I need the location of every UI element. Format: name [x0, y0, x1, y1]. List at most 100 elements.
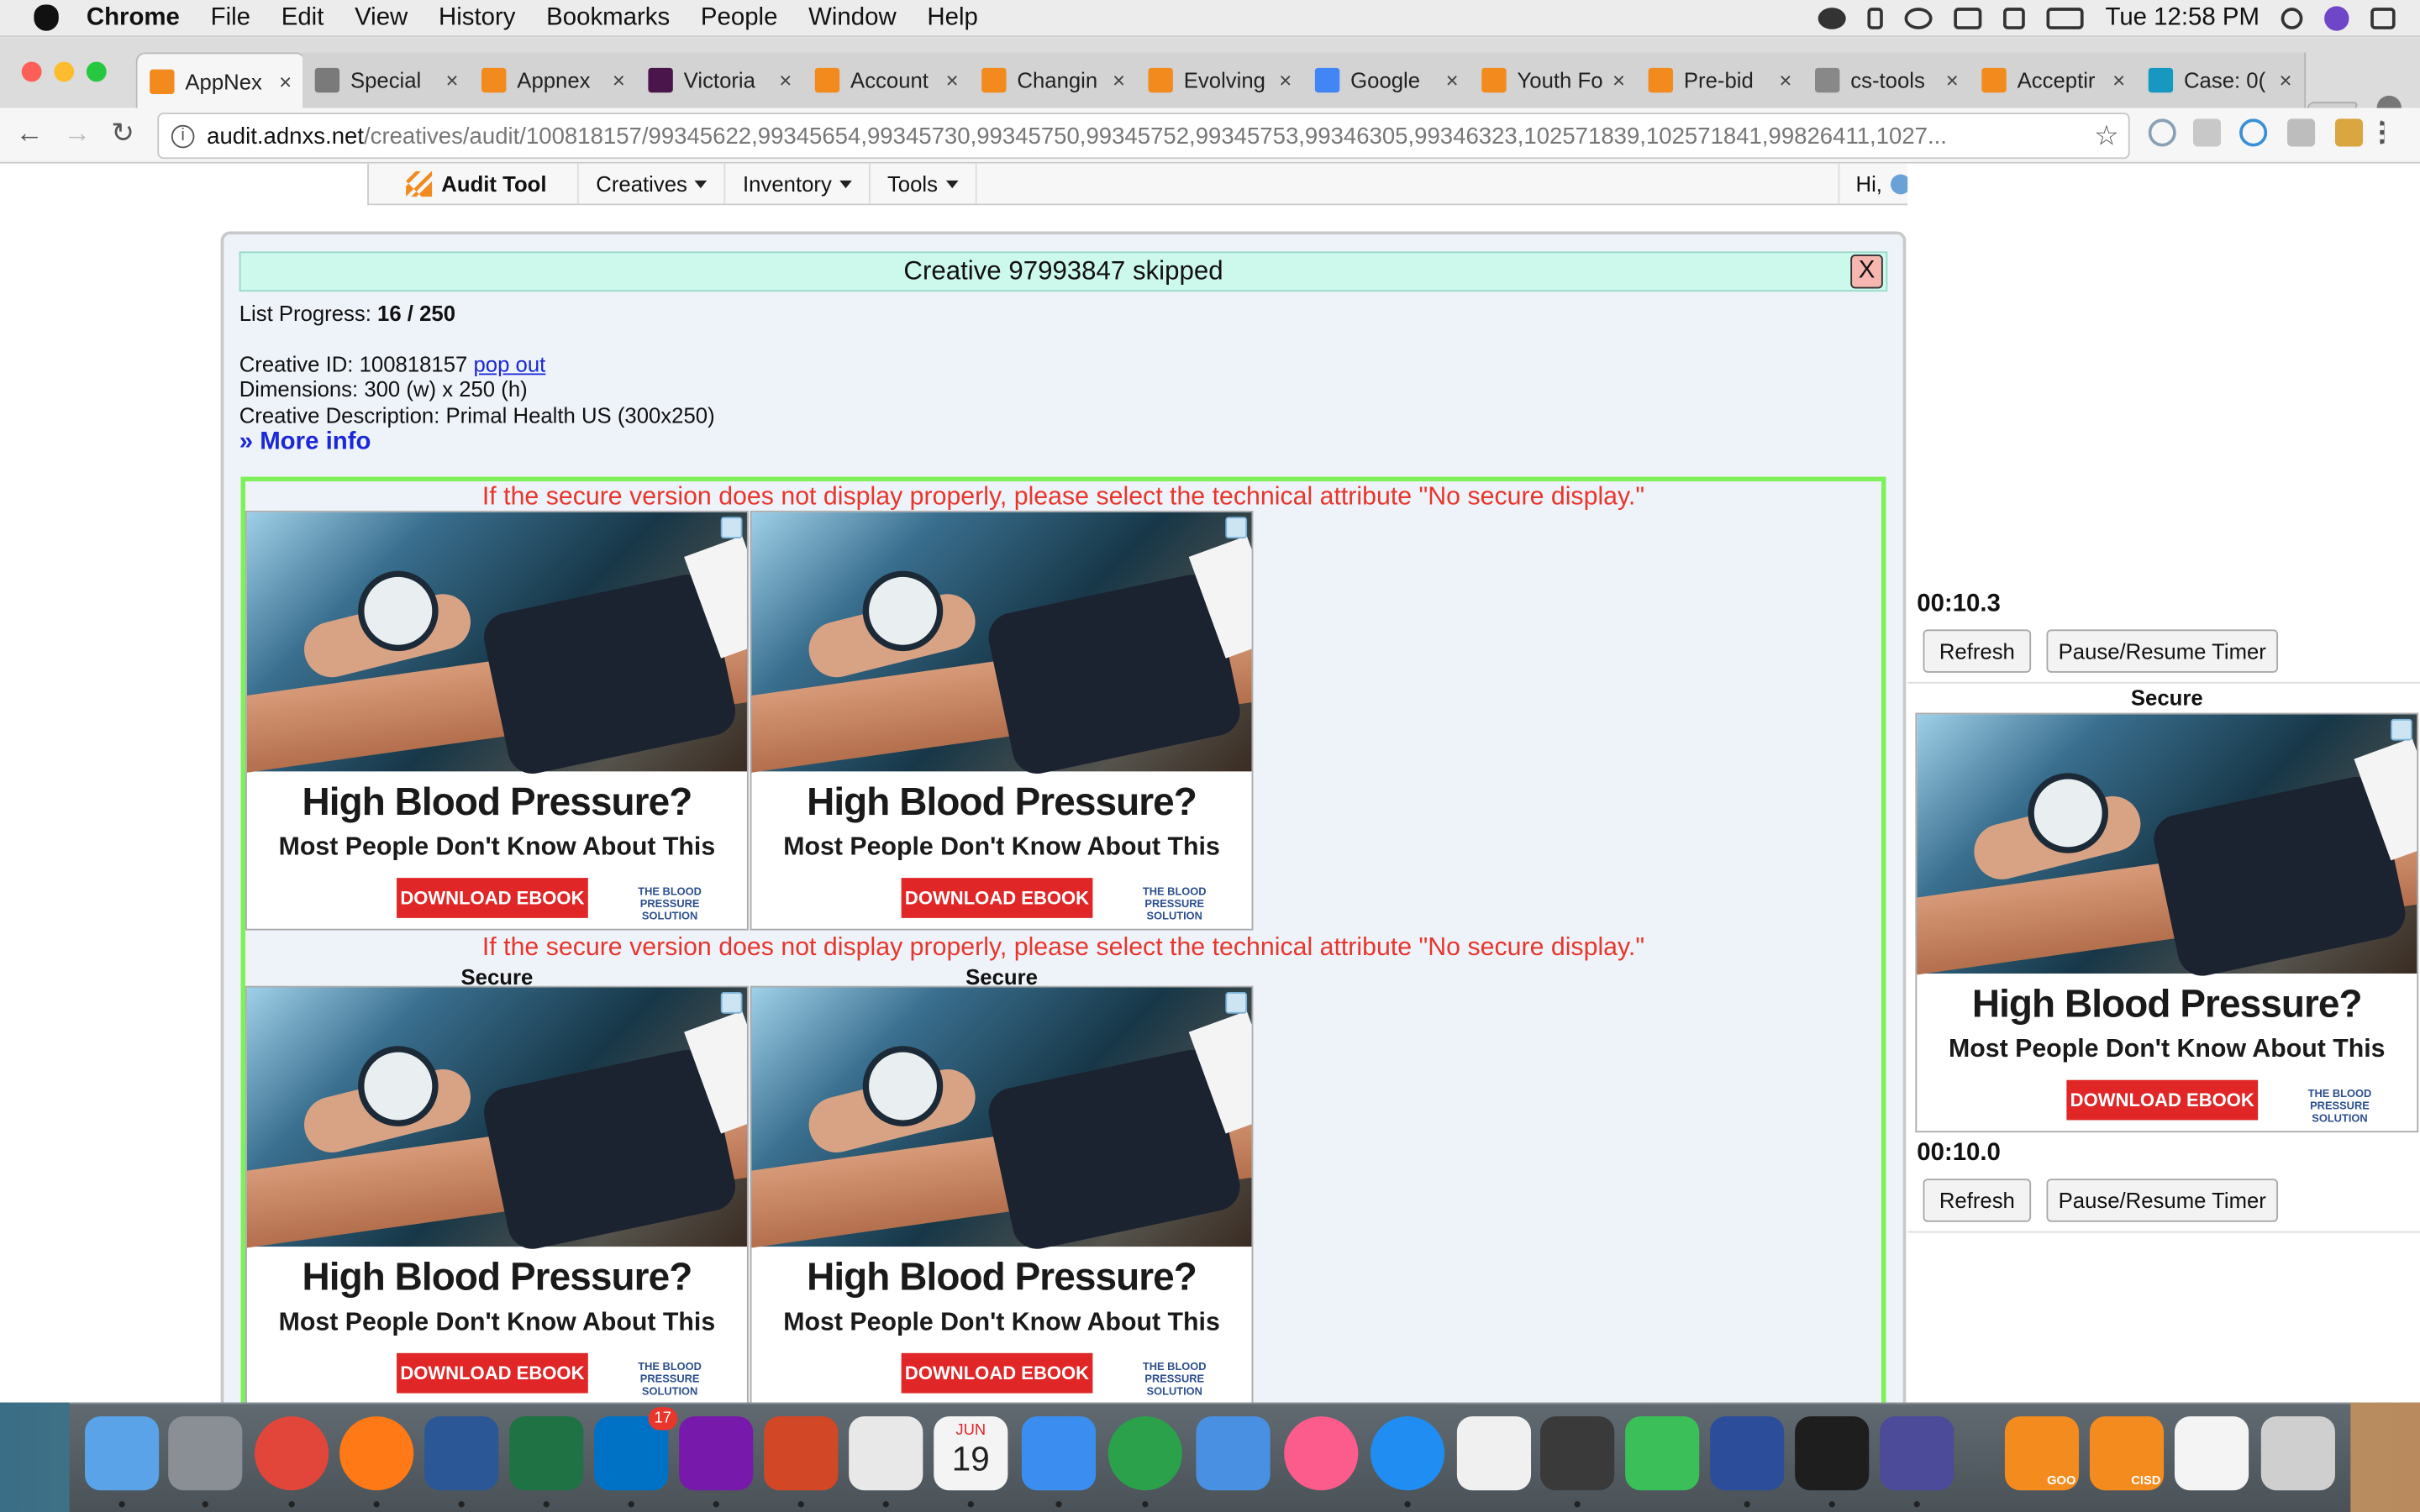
battery-icon[interactable] [2046, 8, 2084, 29]
powerpoint-icon[interactable] [764, 1416, 839, 1491]
browser-tab[interactable]: Victoria × [635, 52, 806, 108]
tab-close-icon[interactable]: × [2112, 68, 2125, 92]
ad-creative[interactable]: High Blood Pressure? Most People Don't K… [245, 510, 749, 931]
close-window-button[interactable] [21, 61, 42, 82]
browser-tab[interactable]: cs-tools × [1802, 52, 1973, 108]
app-store-icon[interactable] [1370, 1416, 1445, 1491]
tab-close-icon[interactable]: × [946, 68, 959, 92]
airplay-icon[interactable] [1954, 8, 1982, 29]
refresh-button[interactable]: Refresh [1923, 629, 2032, 673]
browser-tab[interactable]: Case: 0(× [2136, 52, 2307, 108]
onenote-icon[interactable] [679, 1416, 754, 1491]
goo-vpn-icon[interactable]: GOO [2004, 1416, 2080, 1491]
browser-tab[interactable]: Account × [802, 52, 973, 108]
chrome-menu-icon[interactable] [2380, 118, 2389, 147]
firefox-icon[interactable] [339, 1416, 414, 1491]
numbers-icon[interactable] [1107, 1416, 1182, 1491]
pause-resume-timer-button[interactable]: Pause/Resume Timer [2046, 629, 2279, 673]
download-ebook-button[interactable]: DOWNLOAD EBOOK [901, 878, 1093, 918]
download-ebook-button[interactable]: DOWNLOAD EBOOK [397, 878, 588, 918]
ad-creative[interactable]: High Blood Pressure? Most People Don't K… [245, 985, 749, 1403]
ad-creative[interactable]: High Blood Pressure? Most People Don't K… [1915, 164, 2418, 584]
notification-center-icon[interactable] [2370, 8, 2396, 29]
browser-tab[interactable]: Changin × [969, 52, 1139, 108]
menu-people[interactable]: People [701, 4, 778, 32]
adchoices-icon[interactable] [2391, 170, 2412, 192]
sourcetree-icon[interactable] [1540, 1416, 1615, 1491]
more-info-link[interactable]: » More info [239, 429, 371, 457]
adchoices-icon[interactable] [1225, 992, 1248, 1014]
messages-icon[interactable] [1021, 1416, 1097, 1491]
creatives-dropdown[interactable]: Creatives [579, 163, 726, 204]
extension-hammer-icon[interactable] [2334, 118, 2364, 147]
site-info-icon[interactable]: i [171, 123, 195, 148]
tab-close-icon[interactable]: × [1946, 68, 1959, 92]
menu-bookmarks[interactable]: Bookmarks [546, 4, 670, 32]
forward-icon[interactable]: → [63, 118, 91, 150]
slack-icon[interactable] [849, 1416, 923, 1491]
outlook-icon[interactable]: 17 [594, 1407, 678, 1491]
pop-out-link[interactable]: pop out [473, 352, 545, 376]
menu-help[interactable]: Help [927, 4, 977, 32]
refresh-button[interactable]: Refresh [1923, 1179, 2032, 1222]
maps-icon[interactable] [1625, 1416, 1700, 1491]
download-ebook-button[interactable]: DOWNLOAD EBOOK [397, 1352, 588, 1394]
tab-close-icon[interactable]: × [1113, 68, 1125, 92]
ad-creative[interactable]: High Blood Pressure? Most People Don't K… [750, 510, 1254, 931]
download-ebook-button[interactable]: DOWNLOAD EBOOK [2066, 1079, 2259, 1121]
menu-app-chrome[interactable]: Chrome [87, 4, 180, 32]
menu-history[interactable]: History [439, 4, 515, 32]
extension-search-icon[interactable] [2148, 118, 2176, 147]
trash-icon[interactable] [2260, 1416, 2335, 1491]
chrome-icon[interactable] [255, 1416, 329, 1491]
browser-tab[interactable]: Google × [1302, 52, 1473, 108]
menu-window[interactable]: Window [808, 4, 897, 32]
extension-pen-icon[interactable] [2192, 118, 2222, 147]
pause-resume-timer-button[interactable]: Pause/Resume Timer [2046, 1179, 2279, 1222]
extension-profile-icon[interactable] [2239, 118, 2268, 147]
finder-icon[interactable] [85, 1416, 160, 1491]
reload-icon[interactable]: ↻ [111, 118, 134, 150]
terminal-icon[interactable] [1795, 1416, 1870, 1491]
tools-dropdown[interactable]: Tools [871, 163, 976, 204]
extension-grid-icon[interactable] [2287, 118, 2316, 147]
tab-close-icon[interactable]: × [613, 68, 625, 92]
adchoices-icon[interactable] [1225, 517, 1248, 539]
browser-tab[interactable]: Youth Fo × [1469, 52, 1639, 108]
tab-close-icon[interactable]: × [279, 69, 292, 93]
tab-close-icon[interactable]: × [445, 68, 458, 92]
tab-close-icon[interactable]: × [779, 68, 792, 92]
wifi-icon[interactable] [1904, 8, 1933, 29]
adchoices-icon[interactable] [720, 517, 743, 539]
alert-close-button[interactable]: X [1850, 255, 1883, 289]
browser-tab[interactable]: Appnex × [469, 52, 639, 108]
menu-view[interactable]: View [355, 4, 408, 32]
bbedit-b-icon[interactable] [1880, 1416, 1954, 1491]
ad-creative[interactable]: High Blood Pressure? Most People Don't K… [750, 985, 1254, 1403]
tab-close-icon[interactable]: × [1779, 68, 1791, 92]
url-bar[interactable]: i audit.adnxs.net/creatives/audit/100818… [157, 113, 2130, 160]
word-icon[interactable] [424, 1416, 499, 1491]
calendar-icon[interactable]: JUN 19 [934, 1416, 1008, 1491]
menu-edit[interactable]: Edit [281, 4, 324, 32]
apple-menu-icon[interactable] [34, 4, 59, 31]
minimize-window-button[interactable] [54, 61, 75, 82]
bluetooth-icon[interactable] [1867, 8, 1883, 29]
spotlight-search-icon[interactable] [2281, 8, 2303, 29]
cisd-icon[interactable]: CISD [2089, 1416, 2165, 1491]
adchoices-icon[interactable] [2391, 718, 2412, 741]
preview-window-icon[interactable] [2174, 1416, 2249, 1491]
browser-tab[interactable]: Special × [302, 52, 473, 108]
adchoices-icon[interactable] [720, 992, 743, 1014]
textedit-icon[interactable] [1456, 1416, 1532, 1491]
tab-close-icon[interactable]: × [2280, 68, 2292, 92]
download-ebook-button[interactable]: DOWNLOAD EBOOK [901, 1352, 1093, 1394]
keynote-icon[interactable] [1196, 1416, 1270, 1491]
browser-tab[interactable]: Pre-bid × [1635, 52, 1806, 108]
back-icon[interactable]: ← [15, 118, 43, 150]
bookmark-star-icon[interactable]: ☆ [2094, 120, 2119, 153]
tab-close-icon[interactable]: × [1446, 68, 1459, 92]
menubar-clock[interactable]: Tue 12:58 PM [2105, 5, 2260, 33]
menu-file[interactable]: File [211, 4, 250, 32]
tab-close-icon[interactable]: × [1279, 68, 1292, 92]
